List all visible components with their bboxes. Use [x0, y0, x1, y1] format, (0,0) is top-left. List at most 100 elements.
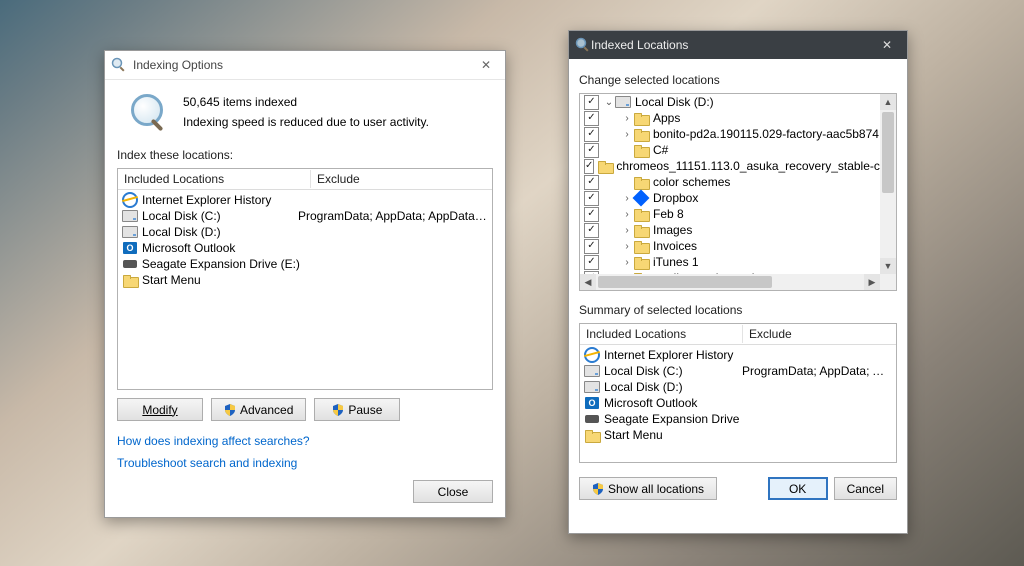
col-header-included[interactable]: Included Locations	[580, 325, 743, 343]
tree-label: C#	[653, 143, 668, 157]
folder-icon	[633, 110, 649, 126]
folder-icon	[633, 142, 649, 158]
item-label: Local Disk (D:)	[142, 225, 221, 239]
expander-icon[interactable]: ›	[621, 113, 633, 124]
tree-row[interactable]: ›Dropbox	[580, 190, 880, 206]
checkbox[interactable]	[584, 159, 594, 174]
col-header-exclude[interactable]: Exclude	[311, 170, 492, 188]
expander-icon[interactable]: ›	[621, 257, 633, 268]
checkbox[interactable]	[584, 95, 599, 110]
ie-icon	[584, 347, 600, 363]
scroll-left-icon[interactable]: ◀	[580, 274, 596, 290]
tree-row[interactable]: ⌄Local Disk (D:)	[580, 94, 880, 110]
drive-icon	[584, 363, 600, 379]
item-label: Start Menu	[604, 428, 740, 442]
drive-icon	[615, 94, 631, 110]
folder-icon	[633, 254, 649, 270]
list-item[interactable]: O Microsoft Outlook	[118, 240, 492, 256]
app-icon	[111, 57, 127, 73]
list-item[interactable]: Internet Explorer History	[580, 347, 896, 363]
titlebar[interactable]: Indexed Locations ✕	[569, 31, 907, 59]
tree-row[interactable]: C#	[580, 142, 880, 158]
tree-label: iTunes 1	[653, 255, 699, 269]
horizontal-scrollbar[interactable]: ◀ ▶	[580, 274, 880, 290]
expander-icon[interactable]: ⌄	[603, 97, 615, 108]
scroll-thumb[interactable]	[598, 276, 772, 288]
tree-label: chromeos_11151.113.0_asuka_recovery_stab…	[616, 159, 880, 173]
tree-label: Images	[653, 223, 692, 237]
checkbox[interactable]	[584, 175, 599, 190]
modify-button[interactable]: Modify	[117, 398, 203, 421]
ok-button[interactable]: OK	[768, 477, 828, 500]
tree-row[interactable]: › Invoices	[580, 238, 880, 254]
close-button[interactable]: Close	[413, 480, 493, 503]
cancel-button[interactable]: Cancel	[834, 477, 897, 500]
link-troubleshoot[interactable]: Troubleshoot search and indexing	[117, 456, 297, 470]
link-how-indexing[interactable]: How does indexing affect searches?	[117, 434, 310, 448]
folder-icon	[633, 126, 649, 142]
scroll-up-icon[interactable]: ▲	[880, 94, 896, 110]
checkbox[interactable]	[584, 191, 599, 206]
list-item[interactable]: Start Menu	[118, 272, 492, 288]
checkbox[interactable]	[584, 255, 599, 270]
checkbox[interactable]	[584, 239, 599, 254]
vertical-scrollbar[interactable]: ▲ ▼	[880, 94, 896, 274]
tree-row[interactable]: chromeos_11151.113.0_asuka_recovery_stab…	[580, 158, 880, 174]
close-icon[interactable]: ✕	[873, 35, 901, 55]
folder-icon	[122, 272, 138, 288]
tree-row[interactable]: ›Apps	[580, 110, 880, 126]
titlebar[interactable]: Indexing Options ✕	[105, 51, 505, 80]
checkbox[interactable]	[584, 207, 599, 222]
tree-label: Invoices	[653, 239, 697, 253]
show-all-locations-button[interactable]: Show all locations	[579, 477, 717, 500]
tree-label: color schemes	[653, 175, 730, 189]
item-label: Microsoft Outlook	[142, 241, 235, 255]
col-header-exclude[interactable]: Exclude	[743, 325, 896, 343]
list-item[interactable]: Local Disk (C:)ProgramData; AppData; App…	[580, 363, 896, 379]
list-item[interactable]: Seagate Expansion Drive (E:)	[118, 256, 492, 272]
list-item[interactable]: OMicrosoft Outlook	[580, 395, 896, 411]
list-item[interactable]: Local Disk (D:)	[118, 224, 492, 240]
scroll-right-icon[interactable]: ▶	[864, 274, 880, 290]
locations-tree[interactable]: ⌄Local Disk (D:)›Apps›bonito-pd2a.190115…	[579, 93, 897, 291]
status-count: 50,645 items indexed	[183, 92, 429, 112]
checkbox[interactable]	[584, 127, 599, 142]
scroll-thumb[interactable]	[882, 112, 894, 193]
expander-icon[interactable]: ›	[621, 225, 633, 236]
tree-row[interactable]: ›Feb 8	[580, 206, 880, 222]
outlook-icon: O	[122, 240, 138, 256]
expander-icon[interactable]: ›	[621, 193, 633, 204]
item-label: Seagate Expansion Drive (E:)	[142, 257, 300, 271]
folder-icon	[584, 427, 600, 443]
col-header-included[interactable]: Included Locations	[118, 170, 311, 188]
scroll-down-icon[interactable]: ▼	[880, 258, 896, 274]
expander-icon[interactable]: ›	[621, 209, 633, 220]
tree-row[interactable]: › Images	[580, 222, 880, 238]
tree-row[interactable]: color schemes	[580, 174, 880, 190]
list-item[interactable]: Seagate Expansion Drive (E:)	[580, 411, 896, 427]
shield-icon	[332, 404, 344, 416]
checkbox[interactable]	[584, 143, 599, 158]
tree-row[interactable]: ›bonito-pd2a.190115.029-factory-aac5b874	[580, 126, 880, 142]
checkbox[interactable]	[584, 111, 599, 126]
pause-button[interactable]: Pause	[314, 398, 400, 421]
expander-icon[interactable]: ›	[621, 129, 633, 140]
list-header: Included Locations Exclude	[118, 169, 492, 190]
list-item[interactable]: Start Menu	[580, 427, 896, 443]
list-item[interactable]: Local Disk (D:)	[580, 379, 896, 395]
included-locations-list[interactable]: Included Locations Exclude Internet Expl…	[117, 168, 493, 390]
seagate-icon	[122, 256, 138, 272]
checkbox[interactable]	[584, 223, 599, 238]
item-label: Microsoft Outlook	[604, 396, 740, 410]
close-icon[interactable]: ✕	[473, 55, 499, 75]
drive-icon	[122, 208, 138, 224]
list-item[interactable]: Local Disk (C:)ProgramData; AppData; App…	[118, 208, 492, 224]
expander-icon[interactable]: ›	[621, 241, 633, 252]
summary-list[interactable]: Included Locations Exclude Internet Expl…	[579, 323, 897, 463]
item-label: Local Disk (D:)	[604, 380, 740, 394]
list-item[interactable]: Internet Explorer History	[118, 192, 492, 208]
magnifier-icon	[131, 94, 171, 134]
folder-icon	[633, 222, 649, 238]
tree-row[interactable]: › iTunes 1	[580, 254, 880, 270]
advanced-button[interactable]: Advanced	[211, 398, 306, 421]
